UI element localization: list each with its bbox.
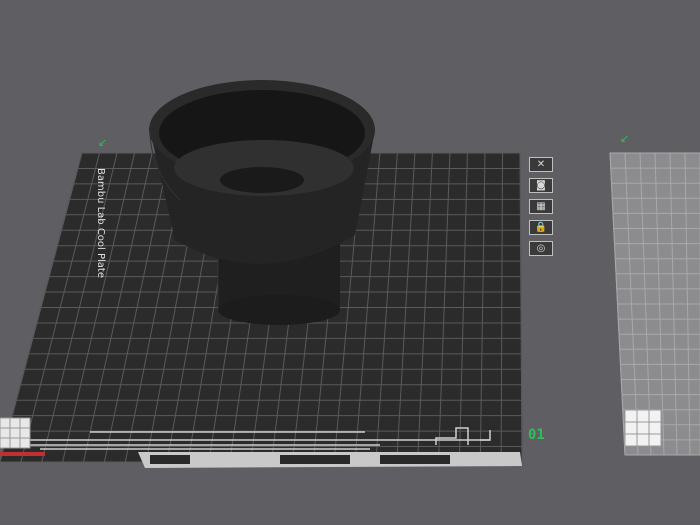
lock-icon: 🔒 — [534, 222, 548, 233]
plate-number-label[interactable]: 01 — [528, 427, 545, 443]
axis-indicator-icon: ↙ — [620, 132, 629, 145]
axis-indicator-icon: ↙ — [98, 136, 107, 149]
lock-plate-button[interactable]: 🔒 — [529, 220, 553, 235]
settings-icon: ◎ — [536, 243, 546, 254]
second-build-plate[interactable] — [609, 152, 700, 456]
orient-plate-button[interactable]: ◙ — [529, 178, 553, 193]
grid-icon: ▦ — [536, 201, 546, 212]
plate-label-strip — [138, 452, 522, 468]
camera-icon: ◙ — [536, 180, 546, 191]
plate-corner-logo — [0, 417, 31, 449]
arrange-plate-button[interactable]: ▦ — [529, 199, 553, 214]
3d-viewport[interactable]: Bambu Lab Cool Plate ↙ ↙ — [0, 0, 700, 525]
plate-brand-text: Bambu Lab Cool Plate — [95, 168, 106, 278]
delete-plate-button[interactable]: ✕ — [529, 157, 553, 172]
corner-marker — [0, 452, 45, 456]
close-icon: ✕ — [536, 159, 546, 170]
plate-settings-button[interactable]: ◎ — [529, 241, 553, 256]
